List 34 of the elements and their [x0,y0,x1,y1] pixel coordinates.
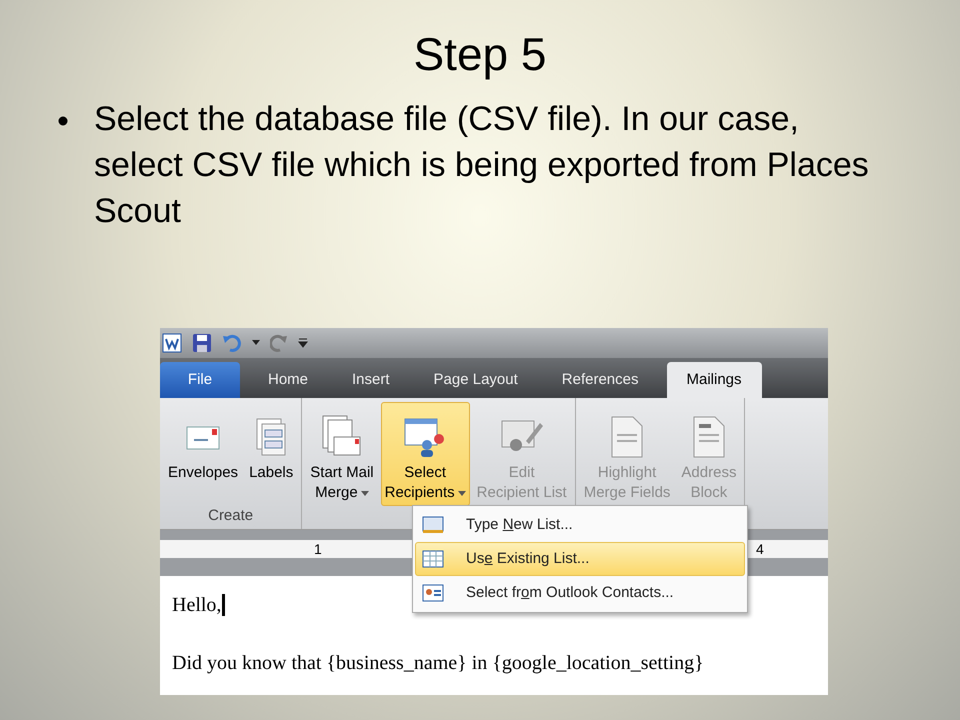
ribbon-tab[interactable]: Home [246,362,330,398]
ribbon-button[interactable]: Envelopes [164,402,242,486]
ribbon-button[interactable]: Select Recipients [380,402,470,506]
table-icon [422,516,444,534]
word-logo-icon[interactable] [162,333,182,353]
document-text: Did you know that {business_name} in {google_location_setting} [172,651,704,676]
contact-card-icon [422,584,444,602]
ribbon-tab[interactable]: Insert [330,362,412,398]
bullet-icon [58,116,68,126]
document-icon [692,416,725,458]
document-icon [611,416,644,458]
document-text: Hello, [172,593,222,618]
ribbon-button[interactable]: Start Mail Merge [306,402,378,506]
customize-icon[interactable] [298,338,308,348]
ribbon-button[interactable]: Labels [245,402,298,486]
ruler-number: 1 [314,540,322,558]
ruler-number: 4 [756,540,764,558]
bullet-text: Select the database file (CSV file). In our case, select CSV file which is being exported from Places Scout [94,99,870,232]
caret-icon [360,490,369,496]
save-icon[interactable] [192,333,212,353]
ribbon-tab[interactable]: Page Layout [412,362,540,398]
table-icon [422,550,444,568]
caret-icon[interactable] [252,340,260,346]
menu-item[interactable]: Use Existing List... [415,542,745,576]
menu-item[interactable]: Select from Outlook Contacts... [415,576,745,610]
ribbon-tab[interactable]: Mailings [666,362,762,398]
menu-item[interactable]: Type New List... [415,508,745,542]
labels-icon [256,418,286,456]
group-label: Create [208,506,254,526]
ribbon-tab[interactable]: File [160,362,240,398]
text-cursor-icon [222,594,226,616]
ribbon-tab[interactable]: References [540,362,660,398]
slide-title: Step 5 [414,27,546,82]
caret-icon [458,490,466,496]
